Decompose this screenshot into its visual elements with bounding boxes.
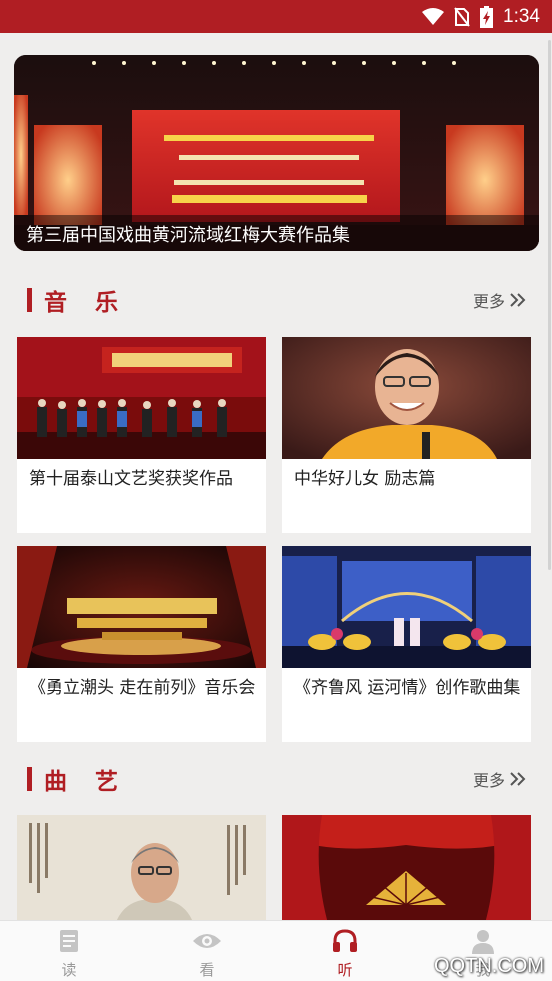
card-thumbnail <box>282 337 531 459</box>
person-icon <box>472 930 494 954</box>
card-music-4[interactable]: 《齐鲁风 运河情》创作歌曲集 <box>282 546 531 742</box>
more-label: 更多 <box>472 292 505 311</box>
content-scroll[interactable]: 第三届中国戏曲黄河流域红梅大赛作品集 音 乐 更多 第十届泰山文艺奖获奖作品 中… <box>0 33 552 920</box>
book-icon <box>60 930 78 952</box>
section-accent-bar <box>27 288 32 312</box>
card-thumbnail <box>282 546 531 668</box>
status-bar: 1:34 <box>0 0 552 33</box>
no-sim-icon <box>454 6 470 27</box>
nav-tab-watch[interactable]: 看 <box>138 921 276 981</box>
more-link-music[interactable]: 更多 <box>473 288 527 312</box>
card-thumbnail <box>282 815 531 920</box>
card-image <box>17 546 266 668</box>
status-time: 1:34 <box>503 5 540 27</box>
card-quyi-1[interactable] <box>17 815 266 920</box>
section-title-quyi: 曲 艺 <box>44 768 129 795</box>
headphones-icon <box>333 929 357 952</box>
scrollbar[interactable] <box>548 40 551 570</box>
double-chevron-right-icon <box>510 293 526 307</box>
section-accent-bar <box>27 767 32 791</box>
card-music-3[interactable]: 《勇立潮头 走在前列》音乐会 <box>17 546 266 742</box>
card-title: 《齐鲁风 运河情》创作歌曲集 <box>294 678 521 698</box>
more-link-quyi[interactable]: 更多 <box>473 767 527 791</box>
nav-label: 听 <box>337 961 353 979</box>
card-music-1[interactable]: 第十届泰山文艺奖获奖作品 <box>17 337 266 533</box>
nav-label: 读 <box>61 961 77 979</box>
card-image <box>17 337 266 459</box>
wifi-icon <box>422 7 445 25</box>
double-chevron-right-icon <box>510 772 526 786</box>
card-image <box>282 337 531 459</box>
card-thumbnail <box>17 546 266 668</box>
card-music-2[interactable]: 中华好儿女 励志篇 <box>282 337 531 533</box>
section-header-music: 音 乐 更多 <box>27 285 527 316</box>
card-quyi-2[interactable] <box>282 815 531 920</box>
section-header-quyi: 曲 艺 更多 <box>27 764 527 795</box>
card-image <box>282 546 531 668</box>
card-image <box>17 815 266 920</box>
nav-label: 看 <box>199 961 215 979</box>
nav-tab-read[interactable]: 读 <box>0 921 138 981</box>
more-label: 更多 <box>472 771 505 790</box>
banner-caption: 第三届中国戏曲黄河流域红梅大赛作品集 <box>14 215 539 251</box>
card-title: 中华好儿女 励志篇 <box>294 469 436 489</box>
section-title-music: 音 乐 <box>44 289 129 316</box>
card-thumbnail <box>17 337 266 459</box>
card-title: 《勇立潮头 走在前列》音乐会 <box>29 678 256 698</box>
eye-icon <box>193 934 221 948</box>
watermark: QQTN.COM <box>434 955 544 977</box>
featured-banner[interactable]: 第三届中国戏曲黄河流域红梅大赛作品集 <box>14 55 539 251</box>
card-thumbnail <box>17 815 266 920</box>
card-image <box>282 815 531 920</box>
battery-charging-icon <box>480 5 494 28</box>
card-title: 第十届泰山文艺奖获奖作品 <box>29 469 233 489</box>
nav-tab-listen[interactable]: 听 <box>276 921 414 981</box>
